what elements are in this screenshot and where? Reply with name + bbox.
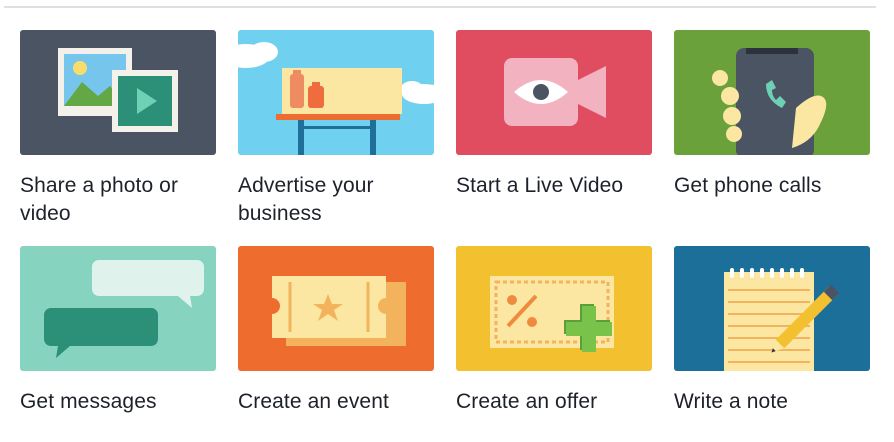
event-thumbnail — [238, 246, 434, 371]
write-note-card[interactable]: Write a note — [674, 246, 870, 416]
advertise-business-label: Advertise your business — [238, 174, 374, 225]
messages-label: Get messages — [20, 390, 157, 413]
chat-bubbles-icon — [20, 246, 216, 371]
advertise-business-card[interactable]: Advertise your business — [238, 30, 434, 228]
live-video-label: Start a Live Video — [456, 174, 624, 197]
ticket-icon — [238, 246, 434, 371]
billboard-icon — [238, 30, 434, 155]
top-divider — [4, 6, 876, 8]
get-messages-card[interactable]: Get messages — [20, 246, 216, 416]
event-label: Create an event — [238, 390, 389, 413]
photo-icon — [20, 30, 216, 155]
action-grid: Share a photo or video Advertise your bu… — [20, 30, 870, 430]
live-video-thumbnail — [456, 30, 652, 155]
video-camera-icon — [456, 30, 652, 155]
notepad-icon — [674, 246, 870, 371]
create-offer-card[interactable]: Create an offer — [456, 246, 652, 416]
messages-thumbnail — [20, 246, 216, 371]
phone-calls-thumbnail — [674, 30, 870, 155]
photo-thumbnail — [20, 30, 216, 155]
offer-label: Create an offer — [456, 390, 598, 413]
phone-calls-label: Get phone calls — [674, 174, 822, 197]
get-phone-calls-card[interactable]: Get phone calls — [674, 30, 870, 200]
start-live-video-card[interactable]: Start a Live Video — [456, 30, 652, 200]
offer-thumbnail — [456, 246, 652, 371]
note-thumbnail — [674, 246, 870, 371]
advertise-thumbnail — [238, 30, 434, 155]
phone-icon — [674, 30, 870, 155]
share-photo-video-card[interactable]: Share a photo or video — [20, 30, 216, 228]
create-event-card[interactable]: Create an event — [238, 246, 434, 416]
coupon-icon — [456, 246, 652, 371]
note-label: Write a note — [674, 390, 789, 413]
share-photo-video-label: Share a photo or video — [20, 174, 179, 225]
